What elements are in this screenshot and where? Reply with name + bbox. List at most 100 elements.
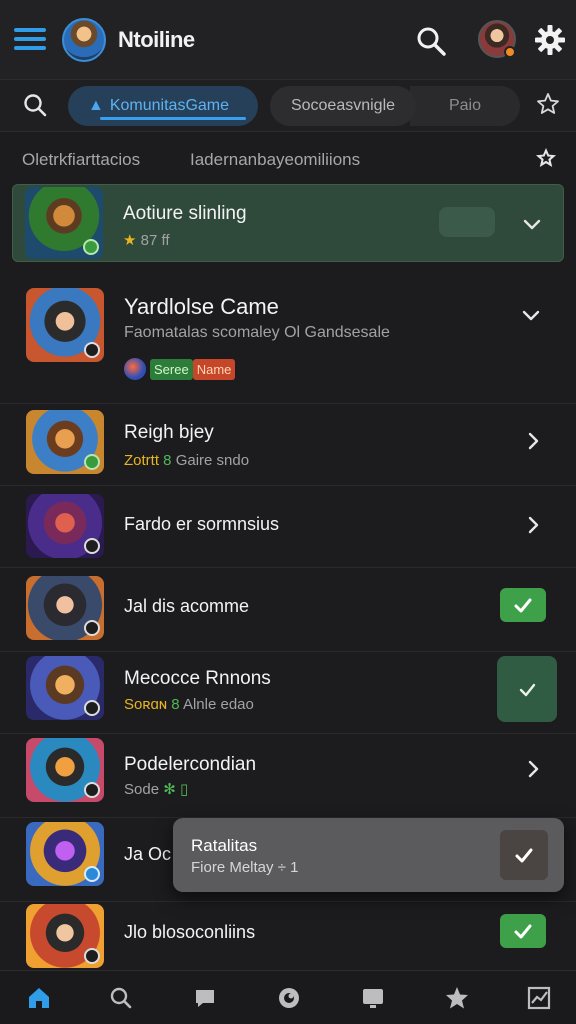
game-thumbnail <box>26 410 104 474</box>
list-item[interactable]: Jlo blosoconliins <box>0 904 576 970</box>
globe-icon <box>124 358 146 380</box>
search-icon[interactable] <box>416 26 446 56</box>
game-thumbnail <box>26 904 104 968</box>
chip-komunitasgame-label: KomunitasGame <box>109 97 230 114</box>
top-app-bar: Ntoiline <box>0 0 576 80</box>
item-subtitle-text: 87 ff <box>136 232 170 249</box>
game-thumbnail <box>25 187 103 259</box>
toast-popup[interactable]: Ratalitas Fiore Meltay ÷ 1 <box>173 818 564 892</box>
chip-paio-label: Paio <box>448 97 482 114</box>
badge-icon <box>83 239 99 255</box>
badge-icon <box>84 620 100 636</box>
game-thumbnail <box>26 822 104 886</box>
game-thumbnail <box>26 494 104 558</box>
filter-bar: Paio Socoeasvnigle ▲ KomunitasGame <box>0 80 576 132</box>
explore-icon[interactable] <box>276 985 302 1011</box>
item-subtitle: Faomatalas scomaley Ol Gandsesale <box>124 324 390 341</box>
home-icon[interactable] <box>26 985 52 1011</box>
item-subtitle: Zotrtt 8 Gaire sndo <box>124 452 249 469</box>
chip-komunitasgame[interactable]: ▲ KomunitasGame <box>68 86 258 126</box>
game-thumbnail <box>26 576 104 640</box>
item-title: Mecocce Rnnons <box>124 668 271 689</box>
screen-icon[interactable] <box>360 985 386 1011</box>
list-item[interactable]: Mecocce Rnnons Soʀɑɴ 8 Alnle edao <box>0 654 576 734</box>
user-avatar[interactable] <box>478 20 516 58</box>
confirm-button[interactable] <box>497 656 557 722</box>
star-outline-icon[interactable] <box>536 92 560 116</box>
item-title: Reigh bjey <box>124 422 214 443</box>
rating-stars: Soʀɑɴ <box>124 696 168 713</box>
filter-search-icon[interactable] <box>22 92 48 118</box>
check-button[interactable] <box>500 914 546 948</box>
bottom-navigation <box>0 970 576 1024</box>
item-title: Podelercondian <box>124 754 257 775</box>
community-icon: ▲ <box>88 97 104 114</box>
sort-option-left[interactable]: Oletrkfiarttacios <box>22 150 140 170</box>
chevron-down-icon[interactable] <box>520 304 542 326</box>
toast-title: Ratalitas <box>191 836 258 855</box>
list-item[interactable]: Fardo er sormnsius <box>0 488 576 568</box>
rating-count: 8 <box>167 696 180 713</box>
tag-green: Seree <box>150 358 193 380</box>
rating-star-icon: ★ <box>123 232 137 249</box>
chip-socoeasvnigle[interactable]: Socoeasvnigle <box>270 86 416 126</box>
item-subtitle-text: Alnle edao <box>179 696 254 713</box>
list-item[interactable]: Yardlolse Came Faomatalas scomaley Ol Ga… <box>0 264 576 404</box>
chip-socoeasvnigle-label: Socoeasvnigle <box>290 97 396 114</box>
chat-icon[interactable] <box>192 985 218 1011</box>
item-subtitle-text: Sode <box>124 781 160 798</box>
list-item[interactable]: Reigh bjey Zotrtt 8 Gaire sndo <box>0 406 576 486</box>
badge-icon <box>84 866 100 882</box>
badge-icon <box>84 538 100 554</box>
chevron-down-icon[interactable] <box>521 213 543 235</box>
check-icon <box>515 848 533 863</box>
toast-subtitle: Fiore Meltay ÷ 1 <box>191 859 299 876</box>
item-title: Jlo blosoconliins <box>124 922 256 942</box>
list-item[interactable]: Aotiure slinling ★ 87 ff <box>12 184 564 262</box>
rating-count: 8 <box>159 452 172 469</box>
chevron-right-icon[interactable] <box>522 430 544 452</box>
list-item[interactable]: Jal dis acomme <box>0 570 576 652</box>
item-subtitle: Sode ✻ ▯ <box>124 780 188 798</box>
game-thumbnail <box>26 656 104 720</box>
gear-icon[interactable] <box>534 24 566 56</box>
star-icon[interactable] <box>534 146 558 170</box>
item-subtitle-icons: ✻ ▯ <box>159 781 189 798</box>
star-icon[interactable] <box>444 985 470 1011</box>
chevron-right-icon[interactable] <box>522 758 544 780</box>
check-icon <box>519 683 536 697</box>
badge-icon <box>84 700 100 716</box>
item-title: Jal dis acomme <box>124 596 250 616</box>
badge-icon <box>84 342 100 358</box>
check-icon <box>514 924 532 939</box>
list-item[interactable]: Podelercondian Sode ✻ ▯ <box>0 736 576 818</box>
item-title: Ja Oc <box>124 844 172 864</box>
item-subtitle-text: Gaire sndo <box>171 452 250 469</box>
tag-row: Seree Name <box>124 358 236 380</box>
badge-icon <box>84 782 100 798</box>
game-thumbnail <box>26 738 104 802</box>
active-tab-indicator <box>100 117 246 120</box>
item-title: Aotiure slinling <box>123 203 247 224</box>
sort-row: Oletrkfiarttacios Iadernanbayeomiliions <box>0 132 576 182</box>
check-button[interactable] <box>500 588 546 622</box>
badge-icon <box>84 454 100 470</box>
app-title: Ntoiline <box>118 27 195 52</box>
hamburger-menu-icon[interactable] <box>14 28 46 52</box>
toast-confirm-button[interactable] <box>500 830 548 880</box>
item-subtitle: ★ 87 ff <box>123 231 170 249</box>
check-icon <box>514 598 532 613</box>
item-subtitle: Soʀɑɴ 8 Alnle edao <box>124 696 254 713</box>
badge-icon <box>84 948 100 964</box>
sort-option-right[interactable]: Iadernanbayeomiliions <box>190 150 360 170</box>
tag-orange: Name <box>192 358 236 380</box>
item-title: Fardo er sormnsius <box>124 514 280 534</box>
rating-stars: Zotrtt <box>124 452 160 469</box>
chip-paio[interactable]: Paio <box>410 86 520 126</box>
app-logo <box>62 18 106 62</box>
stats-icon[interactable] <box>526 985 552 1011</box>
search-icon[interactable] <box>108 985 134 1011</box>
item-title: Yardlolse Came <box>124 294 279 319</box>
chevron-right-icon[interactable] <box>522 514 544 536</box>
notification-dot <box>504 46 516 58</box>
